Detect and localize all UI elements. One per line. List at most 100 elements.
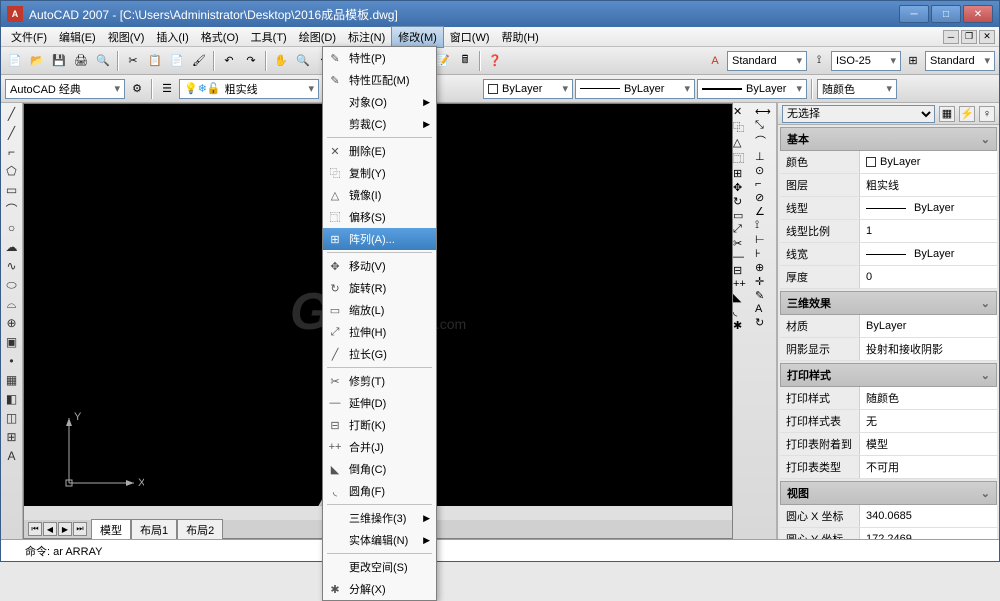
props-row[interactable]: 打印表附着到模型	[780, 433, 997, 456]
menu-item[interactable]: 更改空间(S)	[323, 556, 436, 578]
table-icon[interactable]: ⊞	[3, 428, 21, 446]
props-row[interactable]: 打印表类型不可用	[780, 456, 997, 479]
paste-icon[interactable]: 📄	[167, 51, 187, 71]
menu-item[interactable]: 实体编辑(N)▶	[323, 529, 436, 551]
dimdia-icon[interactable]: ⊘	[755, 191, 776, 204]
props-row[interactable]: 圆心 X 坐标340.0685	[780, 505, 997, 528]
menu-file[interactable]: 文件(F)	[5, 27, 53, 47]
pline-icon[interactable]: ⌐	[3, 143, 21, 161]
props-row[interactable]: 打印样式表无	[780, 410, 997, 433]
props-section-header[interactable]: 基本⌄	[780, 127, 997, 151]
join-icon[interactable]: ++	[733, 278, 755, 290]
props-section-header[interactable]: 视图⌄	[780, 481, 997, 505]
dimord-icon[interactable]: ⊥	[755, 150, 776, 163]
props-row[interactable]: 颜色ByLayer	[780, 151, 997, 174]
menu-item[interactable]: ⿹偏移(S)	[323, 206, 436, 228]
matchprop-icon[interactable]: 🖌	[189, 51, 209, 71]
command-line[interactable]: 命令: ar ARRAY	[1, 539, 999, 561]
textstyle-combo[interactable]: Standard▾	[727, 51, 807, 71]
menu-modify[interactable]: 修改(M)	[391, 26, 444, 48]
props-section-header[interactable]: 打印样式⌄	[780, 363, 997, 387]
open-icon[interactable]: 📂	[27, 51, 47, 71]
block-icon[interactable]: ▣	[3, 333, 21, 351]
help-icon[interactable]: ❓	[485, 51, 505, 71]
props-row[interactable]: 厚度0	[780, 266, 997, 289]
menu-draw[interactable]: 绘图(D)	[293, 27, 342, 47]
menu-item[interactable]: ✎特性匹配(M)	[323, 69, 436, 91]
hatch-icon[interactable]: ▦	[3, 371, 21, 389]
arc-icon[interactable]: ⌒	[3, 200, 21, 218]
region-icon[interactable]: ◫	[3, 409, 21, 427]
menu-item[interactable]: —延伸(D)	[323, 392, 436, 414]
dimarc-icon[interactable]: ⌒	[755, 133, 776, 149]
menu-item[interactable]: ▭缩放(L)	[323, 299, 436, 321]
mirror-icon[interactable]: △	[733, 136, 755, 149]
print-icon[interactable]: 🖨	[71, 51, 91, 71]
menu-item[interactable]: ◣倒角(C)	[323, 458, 436, 480]
menu-item[interactable]: ✂修剪(T)	[323, 370, 436, 392]
menu-format[interactable]: 格式(O)	[195, 27, 245, 47]
textstyle-icon[interactable]: A	[705, 51, 725, 71]
pan-icon[interactable]: ✋	[271, 51, 291, 71]
tab-prev-icon[interactable]: ◀	[43, 522, 57, 536]
layer-combo[interactable]: 💡❄🔓粗实线▾	[179, 79, 319, 99]
scale-icon[interactable]: ▭	[733, 209, 755, 222]
props-filter-icon[interactable]: ♀	[979, 106, 995, 122]
plotstyle-combo[interactable]: 随颜色▾	[817, 79, 897, 99]
props-row[interactable]: 线型ByLayer	[780, 197, 997, 220]
erase-icon[interactable]: ✕	[733, 105, 755, 118]
menu-item[interactable]: ╱拉长(G)	[323, 343, 436, 365]
props-row[interactable]: 线型比例1	[780, 220, 997, 243]
circle-icon[interactable]: ○	[3, 219, 21, 237]
dimstyle-icon[interactable]: ⟟	[809, 51, 829, 71]
tab-layout2[interactable]: 布局2	[177, 519, 223, 540]
maximize-button[interactable]: □	[931, 5, 961, 23]
dimedit-icon[interactable]: ✎	[755, 289, 776, 302]
doc-minimize-button[interactable]: ─	[943, 30, 959, 44]
doc-close-button[interactable]: ✕	[979, 30, 995, 44]
menu-item[interactable]: ⊟打断(K)	[323, 414, 436, 436]
centermark-icon[interactable]: ✛	[755, 275, 776, 288]
props-selector[interactable]: 无选择	[782, 105, 935, 123]
workspace-combo[interactable]: AutoCAD 经典▾	[5, 79, 125, 99]
menu-item[interactable]: ⿻复制(Y)	[323, 162, 436, 184]
menu-item[interactable]: ⊞阵列(A)...	[323, 228, 436, 250]
menu-insert[interactable]: 插入(I)	[150, 27, 194, 47]
dimang-icon[interactable]: ∠	[755, 205, 776, 218]
undo-icon[interactable]: ↶	[219, 51, 239, 71]
point-icon[interactable]: •	[3, 352, 21, 370]
menu-item[interactable]: △镜像(I)	[323, 184, 436, 206]
menu-dimension[interactable]: 标注(N)	[342, 27, 391, 47]
rotate-icon[interactable]: ↻	[733, 195, 755, 208]
qdim-icon[interactable]: ⟟	[755, 219, 776, 232]
revcloud-icon[interactable]: ☁	[3, 238, 21, 256]
props-row[interactable]: 图层粗实线	[780, 174, 997, 197]
insert-icon[interactable]: ⊕	[3, 314, 21, 332]
minimize-button[interactable]: ─	[899, 5, 929, 23]
linetype-combo[interactable]: ByLayer▾	[575, 79, 695, 99]
props-section-header[interactable]: 三维效果⌄	[780, 291, 997, 315]
dimcont-icon[interactable]: ⊦	[755, 247, 776, 260]
new-icon[interactable]: 📄	[5, 51, 25, 71]
dimjog-icon[interactable]: ⌐	[755, 178, 776, 190]
dimupdate-icon[interactable]: ↻	[755, 316, 776, 329]
menu-item[interactable]: ⤢拉伸(H)	[323, 321, 436, 343]
props-toggle-icon[interactable]: ▦	[939, 106, 955, 122]
xline-icon[interactable]: ╱	[3, 124, 21, 142]
menu-item[interactable]: ↻旋转(R)	[323, 277, 436, 299]
dimlin-icon[interactable]: ⟷	[755, 105, 776, 118]
menu-item[interactable]: ✕删除(E)	[323, 140, 436, 162]
doc-restore-button[interactable]: ❐	[961, 30, 977, 44]
menu-tools[interactable]: 工具(T)	[245, 27, 293, 47]
dimbase-icon[interactable]: ⊢	[755, 233, 776, 246]
break-icon[interactable]: ⊟	[733, 264, 755, 277]
gradient-icon[interactable]: ◧	[3, 390, 21, 408]
ellipse-icon[interactable]: ⬭	[3, 276, 21, 294]
menu-edit[interactable]: 编辑(E)	[53, 27, 102, 47]
menu-view[interactable]: 视图(V)	[102, 27, 151, 47]
menu-item[interactable]: ✱分解(X)	[323, 578, 436, 600]
layermgr-icon[interactable]: ☰	[157, 79, 177, 99]
menu-help[interactable]: 帮助(H)	[496, 27, 545, 47]
tolerance-icon[interactable]: ⊕	[755, 261, 776, 274]
preview-icon[interactable]: 🔍	[93, 51, 113, 71]
